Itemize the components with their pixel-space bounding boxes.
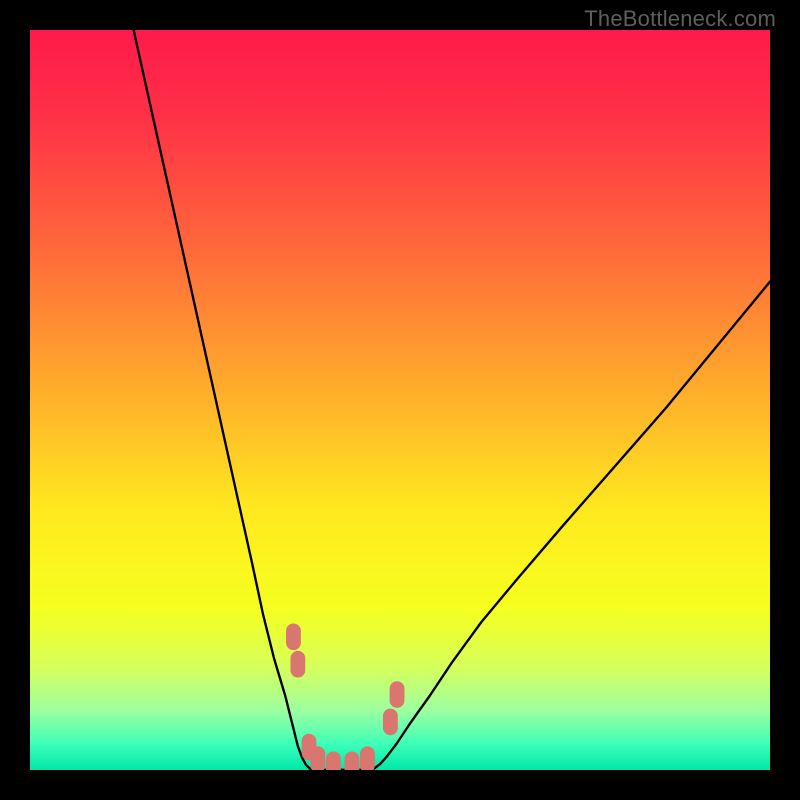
bottleneck-curve bbox=[134, 30, 770, 770]
data-markers bbox=[286, 623, 404, 770]
marker-m9 bbox=[390, 681, 405, 708]
marker-m7 bbox=[360, 746, 375, 770]
marker-m6 bbox=[345, 752, 360, 771]
outer-frame: TheBottleneck.com bbox=[0, 0, 800, 800]
plot-area bbox=[30, 30, 770, 770]
marker-m1 bbox=[286, 623, 301, 650]
marker-m8 bbox=[383, 709, 398, 736]
curve-layer bbox=[30, 30, 770, 770]
marker-m4 bbox=[310, 746, 325, 770]
marker-m2 bbox=[290, 651, 305, 678]
marker-m5 bbox=[326, 752, 341, 771]
watermark-label: TheBottleneck.com bbox=[584, 6, 776, 32]
